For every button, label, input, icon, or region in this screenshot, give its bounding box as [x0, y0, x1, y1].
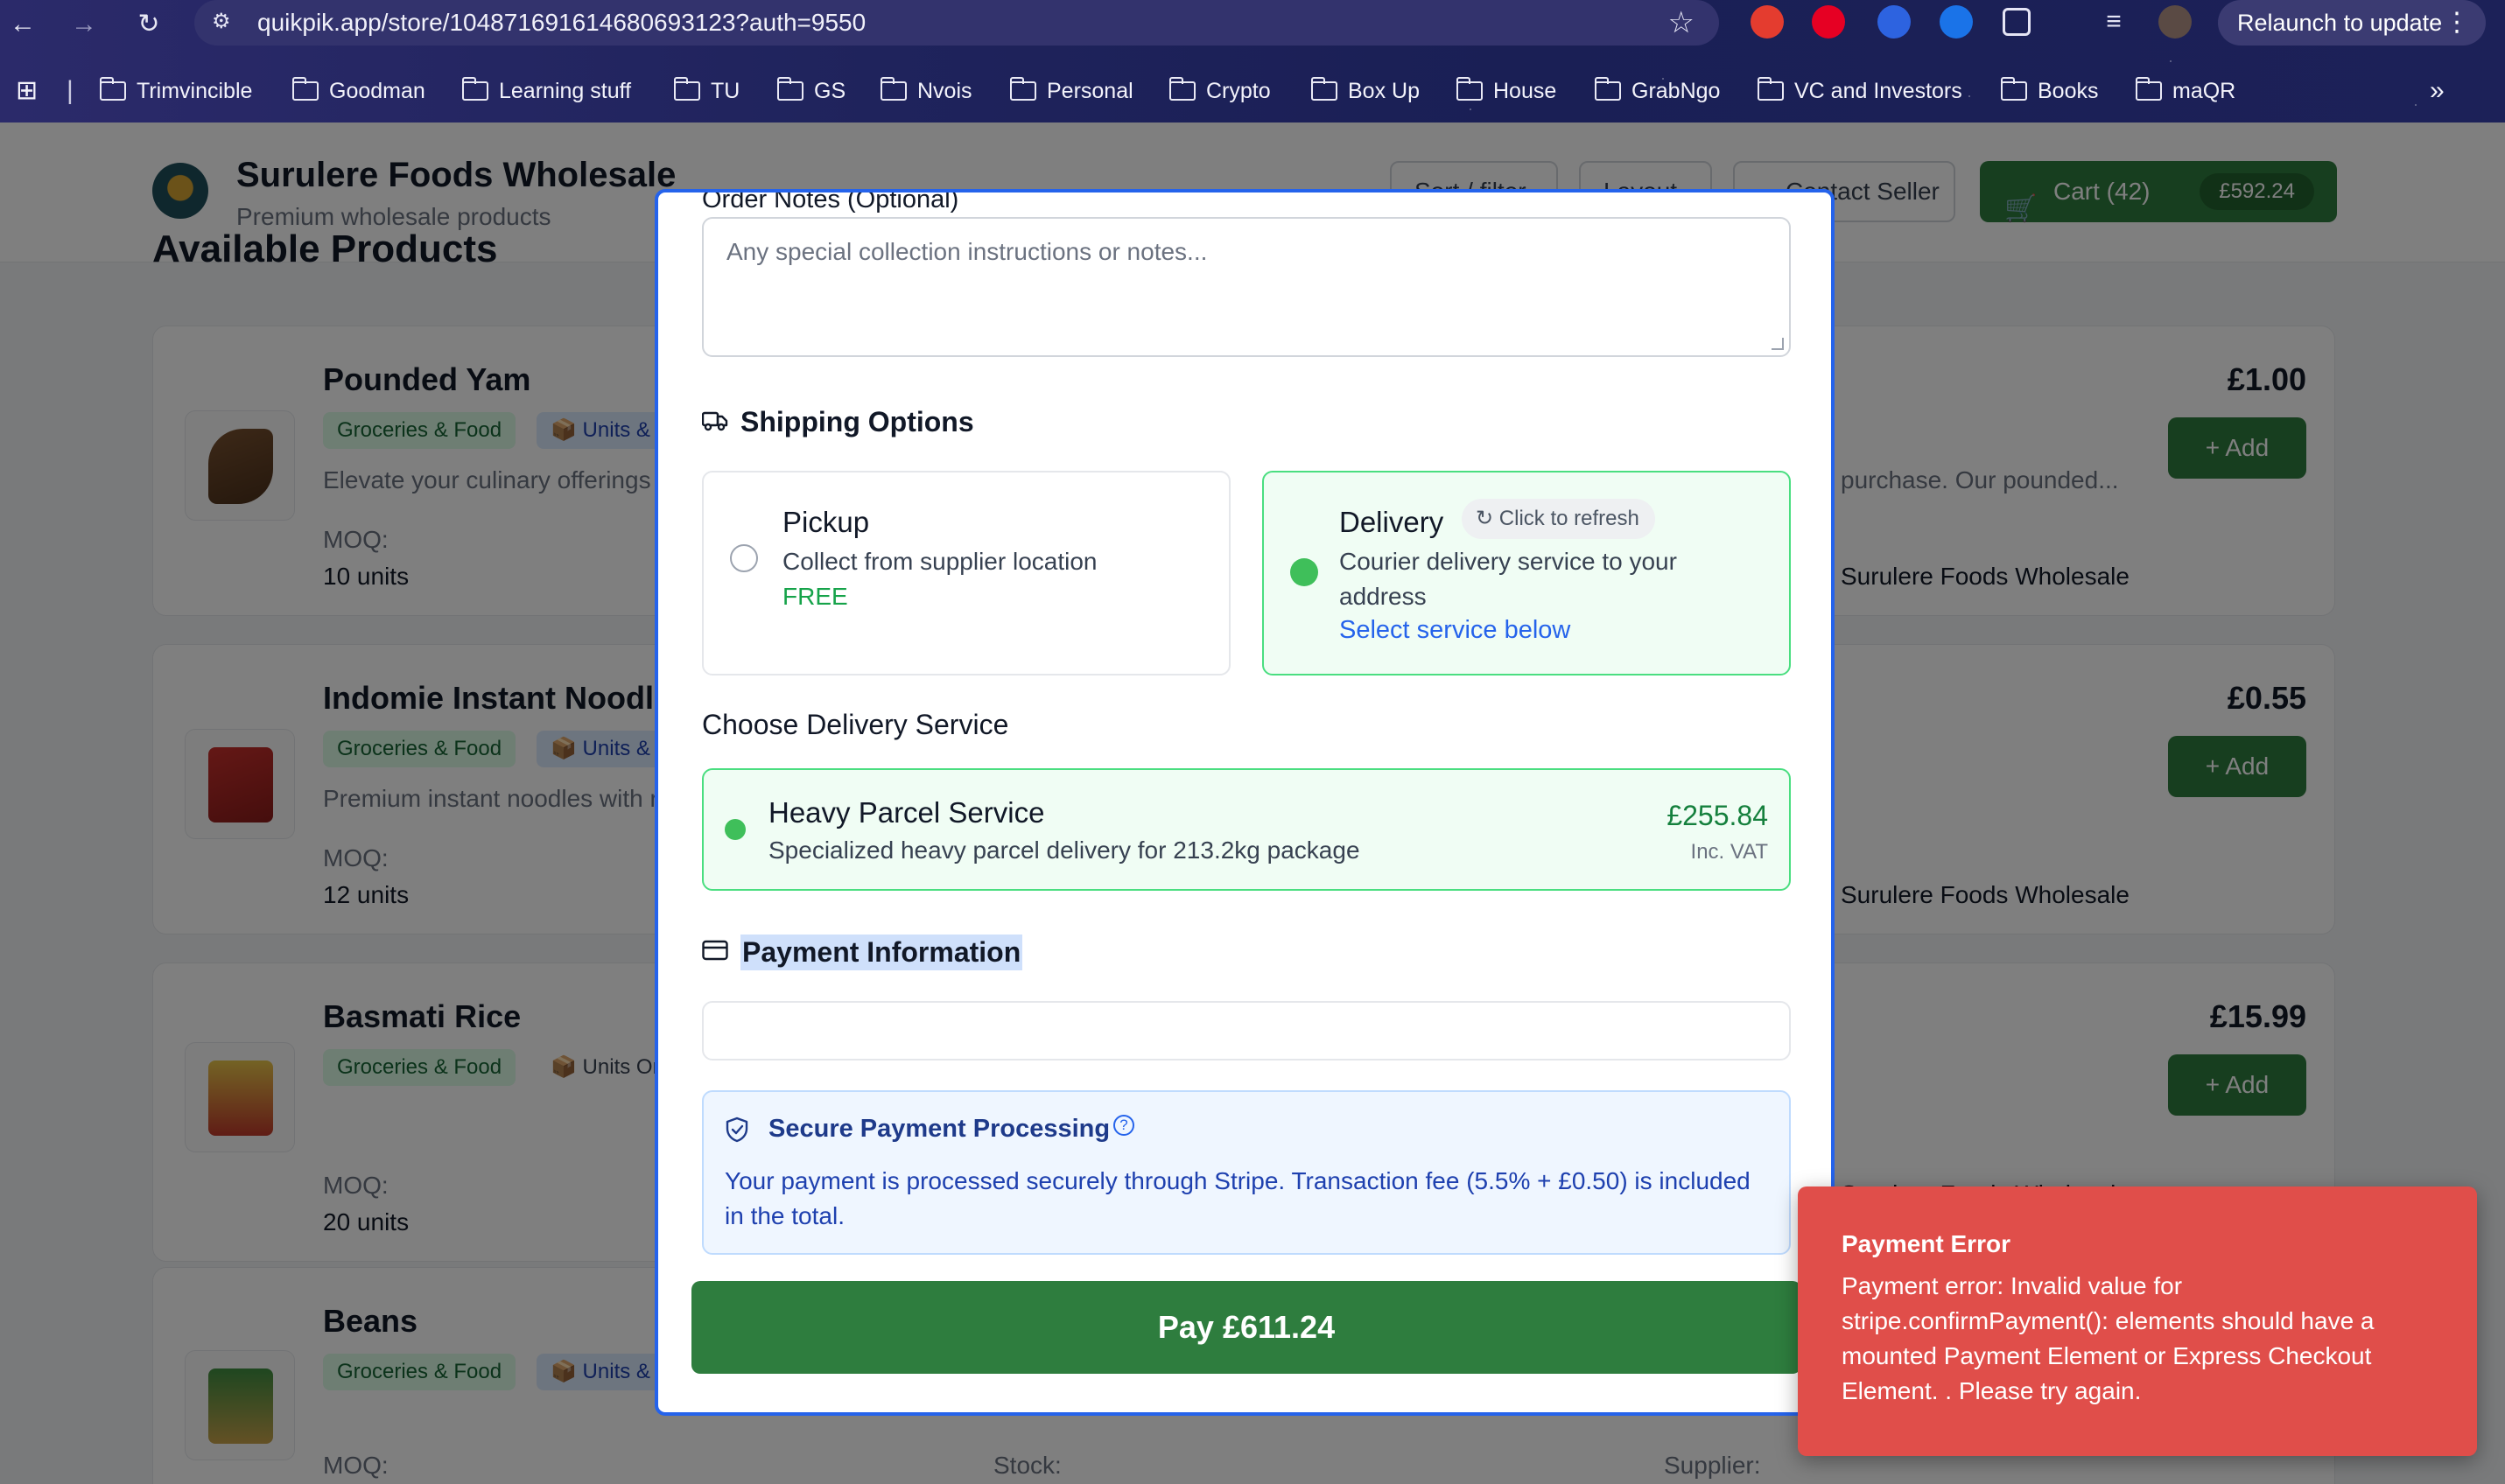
bookmark-gs[interactable]: GS [777, 70, 846, 112]
folder-icon [777, 77, 803, 101]
menu-dots-icon[interactable]: ⋮ [2444, 0, 2470, 46]
bookmark-box-up[interactable]: Box Up [1311, 70, 1420, 112]
pinterest-icon[interactable] [1812, 5, 1845, 38]
folder-icon [674, 77, 700, 101]
secure-payment-title: Secure Payment Processing [768, 1115, 1111, 1143]
delivery-radio[interactable] [1290, 558, 1318, 586]
pickup-description: Collect from supplier location [782, 548, 1098, 575]
service-description: Specialized heavy parcel delivery for 21… [768, 836, 1360, 864]
bookmarks-divider: | [67, 76, 74, 105]
folder-icon [881, 77, 907, 101]
relaunch-button[interactable]: Relaunch to update ⋮ [2218, 0, 2486, 46]
bookmark-trimvincible[interactable]: Trimvincible [100, 70, 252, 112]
back-arrow-icon[interactable]: ← [5, 7, 40, 42]
folder-icon [2001, 77, 2027, 101]
secure-payment-notice: Secure Payment Processing ? Your payment… [702, 1090, 1791, 1255]
checkout-modal: Order Notes (Optional) Any special colle… [655, 189, 1835, 1416]
folder-icon [1169, 77, 1196, 101]
zoom-extension-icon[interactable] [1877, 5, 1911, 38]
extension-c-icon[interactable] [1940, 5, 1973, 38]
service-price: £255.84 [1666, 800, 1768, 831]
profile-avatar[interactable] [2158, 5, 2192, 38]
pickup-title: Pickup [782, 506, 870, 538]
refresh-icon: ↻ [1476, 507, 1499, 530]
reload-icon[interactable]: ↻ [131, 7, 166, 42]
bookmark-tu[interactable]: TU [674, 70, 740, 112]
bookmark-personal[interactable]: Personal [1010, 70, 1133, 112]
delivery-description: Courier delivery service to your [1339, 548, 1677, 575]
select-service-link[interactable]: Select service below [1339, 616, 1570, 645]
service-name: Heavy Parcel Service [768, 796, 1045, 829]
secure-payment-text: Your payment is processed securely throu… [725, 1167, 1751, 1229]
folder-icon [292, 77, 319, 101]
bookmark-crypto[interactable]: Crypto [1169, 70, 1271, 112]
bookmark-books[interactable]: Books [2001, 70, 2098, 112]
payment-information-heading: Payment Information [740, 934, 1023, 970]
delivery-service-option[interactable]: Heavy Parcel Service Specialized heavy p… [702, 768, 1791, 891]
url-text[interactable]: quikpik.app/store/104871691614680693123?… [257, 9, 866, 37]
payment-element-field[interactable] [702, 1001, 1791, 1060]
site-settings-icon[interactable]: ⚙ [212, 9, 238, 35]
media-controls-icon[interactable]: ≡ [2097, 5, 2130, 38]
bookmark-maqr[interactable]: maQR [2136, 70, 2235, 112]
forward-arrow-icon[interactable]: → [67, 7, 102, 42]
folder-icon [1758, 77, 1784, 101]
resize-handle-icon[interactable] [1772, 338, 1784, 350]
bookmark-nvois[interactable]: Nvois [881, 70, 972, 112]
folder-icon [1595, 77, 1621, 101]
payment-error-toast[interactable]: Payment Error Payment error: Invalid val… [1798, 1186, 2477, 1456]
pickup-radio[interactable] [730, 544, 758, 572]
refresh-button[interactable]: ↻ Click to refresh [1462, 499, 1655, 539]
credit-card-icon [702, 940, 728, 961]
extension-icon[interactable] [1751, 5, 1784, 38]
folder-icon [1311, 77, 1337, 101]
service-radio[interactable] [725, 819, 746, 840]
folder-icon [462, 77, 488, 101]
extensions-puzzle-icon[interactable] [2003, 8, 2031, 36]
delivery-title: Delivery [1339, 506, 1444, 538]
bookmark-learning-stuff[interactable]: Learning stuff [462, 70, 631, 112]
vat-note: Inc. VAT [1690, 840, 1768, 864]
bookmarks-bar: ⊞ | Trimvincible Goodman Learning stuff … [0, 70, 2505, 112]
shipping-options-heading: Shipping Options [740, 406, 974, 438]
toast-message: Payment error: Invalid value for stripe.… [1842, 1272, 2375, 1404]
toast-title: Payment Error [1842, 1230, 2010, 1257]
bookmark-vc-and-investors[interactable]: VC and Investors [1758, 70, 1962, 112]
bookmark-goodman[interactable]: Goodman [292, 70, 425, 112]
more-bookmarks-chevron-icon[interactable]: » [2430, 70, 2445, 112]
bookmark-house[interactable]: House [1456, 70, 1556, 112]
pickup-price: FREE [782, 583, 848, 610]
choose-delivery-service-heading: Choose Delivery Service [702, 709, 1009, 740]
folder-icon [100, 77, 126, 101]
pay-button[interactable]: Pay £611.24 [691, 1281, 1801, 1374]
delivery-option[interactable]: Delivery ↻ Click to refresh Courier deli… [1262, 471, 1791, 676]
folder-icon [1010, 77, 1036, 101]
order-notes-label: Order Notes (Optional) [702, 189, 959, 214]
truck-icon [702, 411, 728, 431]
folder-icon [1456, 77, 1483, 101]
bookmark-grabngo[interactable]: GrabNgo [1595, 70, 1720, 112]
browser-chrome: ← → ↻ ⚙ quikpik.app/store/10487169161468… [0, 0, 2505, 122]
folder-icon [2136, 77, 2162, 101]
shield-check-icon [726, 1116, 748, 1143]
apps-grid-icon[interactable]: ⊞ [16, 70, 38, 112]
order-notes-textarea[interactable]: Any special collection instructions or n… [702, 217, 1791, 357]
pickup-option[interactable]: Pickup Collect from supplier location FR… [702, 471, 1231, 676]
address-bar[interactable]: ⚙ quikpik.app/store/10487169161468069312… [194, 0, 1719, 46]
delivery-description-line2: address [1339, 583, 1427, 610]
bookmark-star-icon[interactable]: ☆ [1668, 5, 1695, 40]
help-icon[interactable]: ? [1113, 1115, 1134, 1136]
